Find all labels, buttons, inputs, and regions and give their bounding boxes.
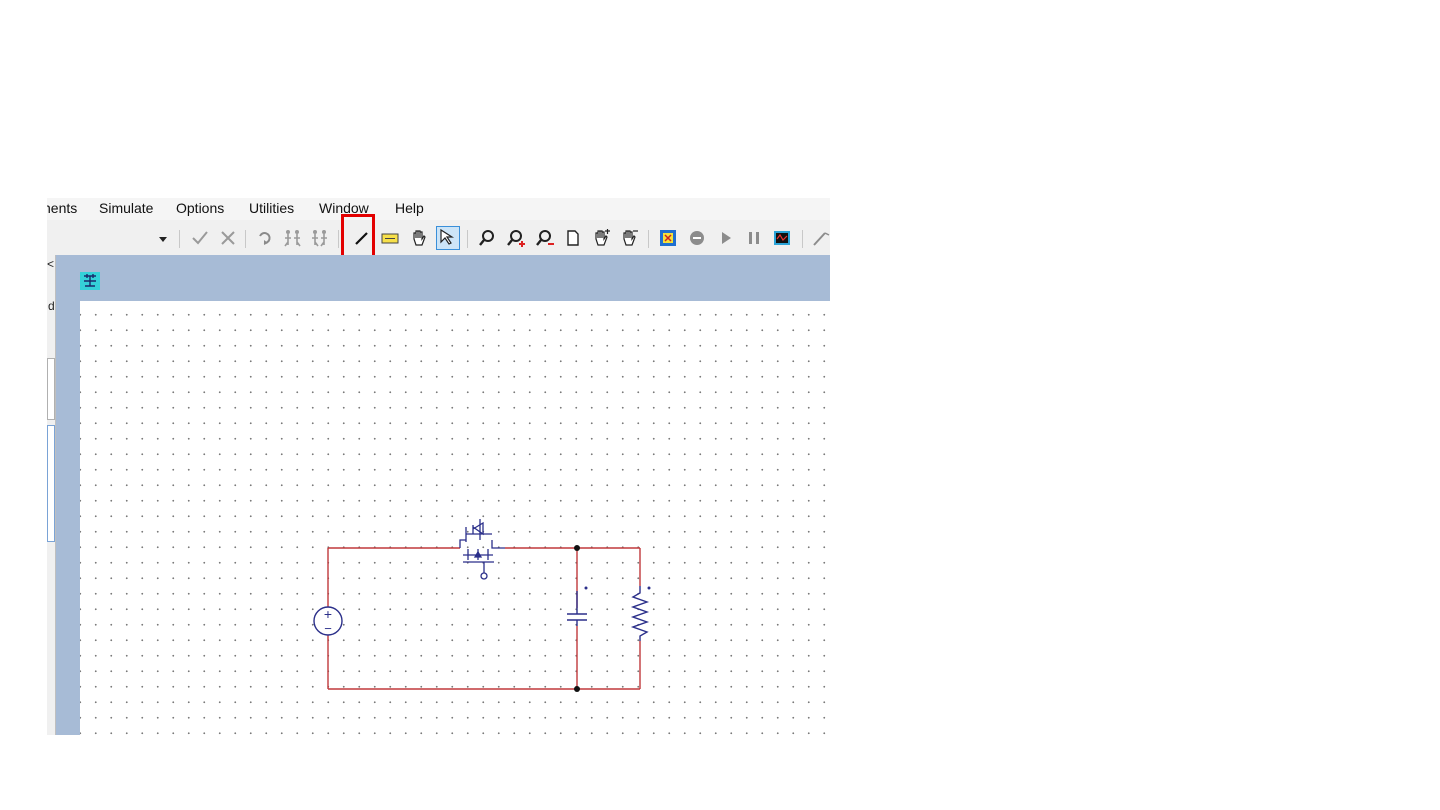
capacitor: [567, 586, 588, 626]
left-panel-box: [47, 358, 55, 420]
dc-voltage-source: + −: [313, 606, 343, 636]
toolbar-separator: [802, 230, 803, 248]
source-minus: −: [324, 621, 332, 636]
menu-options[interactable]: Options: [176, 200, 224, 216]
cross-icon[interactable]: [218, 228, 238, 248]
mosfet-switch: [459, 519, 505, 580]
source-plus: +: [324, 606, 332, 622]
highlight-box: [341, 214, 375, 260]
left-panel-list[interactable]: [47, 425, 55, 542]
pause-icon[interactable]: [744, 228, 764, 248]
netlist-icon-1[interactable]: [283, 228, 303, 248]
application-window: nents Simulate Options Utilities Window …: [47, 198, 830, 735]
simulate-control-icon[interactable]: [658, 228, 678, 248]
left-panel: < d: [47, 255, 56, 735]
zoom-icon[interactable]: [477, 228, 497, 248]
menu-help[interactable]: Help: [395, 200, 424, 216]
scope-icon[interactable]: [772, 228, 792, 248]
schematic-icon: [80, 272, 100, 290]
zoom-out-icon[interactable]: [535, 228, 555, 248]
page-icon[interactable]: [563, 228, 583, 248]
netlist-icon-2[interactable]: [310, 228, 330, 248]
play-icon[interactable]: [716, 228, 736, 248]
junction-bottom: [574, 686, 580, 692]
select-arrow-icon[interactable]: [436, 226, 460, 250]
dropdown-arrow-icon[interactable]: [153, 228, 173, 248]
resistor: [630, 586, 651, 641]
toolbar-separator: [467, 230, 468, 248]
toolbar: [47, 221, 830, 255]
probe-icon[interactable]: [811, 228, 830, 248]
schematic-title-bar: [66, 255, 830, 297]
schematic-window: + −: [66, 255, 830, 735]
toolbar-separator: [179, 230, 180, 248]
junction-top: [574, 545, 580, 551]
menu-simulate[interactable]: Simulate: [99, 200, 153, 216]
label-tag-icon[interactable]: [380, 228, 400, 248]
pan-hand-icon-1[interactable]: [592, 228, 612, 248]
left-panel-fragment: d: [48, 299, 55, 313]
menu-bar: nents Simulate Options Utilities Window …: [47, 198, 830, 220]
stop-icon[interactable]: [687, 228, 707, 248]
menu-components[interactable]: nents: [47, 200, 77, 216]
checkmark-icon[interactable]: [190, 228, 210, 248]
toolbar-separator: [245, 230, 246, 248]
undo-arrow-icon[interactable]: [255, 228, 275, 248]
hand-icon[interactable]: [409, 228, 429, 248]
toolbar-separator: [338, 230, 339, 248]
schematic-canvas[interactable]: + −: [80, 301, 830, 735]
panel-splitter[interactable]: [56, 255, 66, 735]
menu-utilities[interactable]: Utilities: [249, 200, 294, 216]
toolbar-separator: [648, 230, 649, 248]
circuit-diagram: + −: [313, 519, 651, 692]
zoom-in-icon[interactable]: [506, 228, 526, 248]
left-panel-fragment: <: [47, 257, 55, 271]
pan-hand-icon-2[interactable]: [620, 228, 640, 248]
